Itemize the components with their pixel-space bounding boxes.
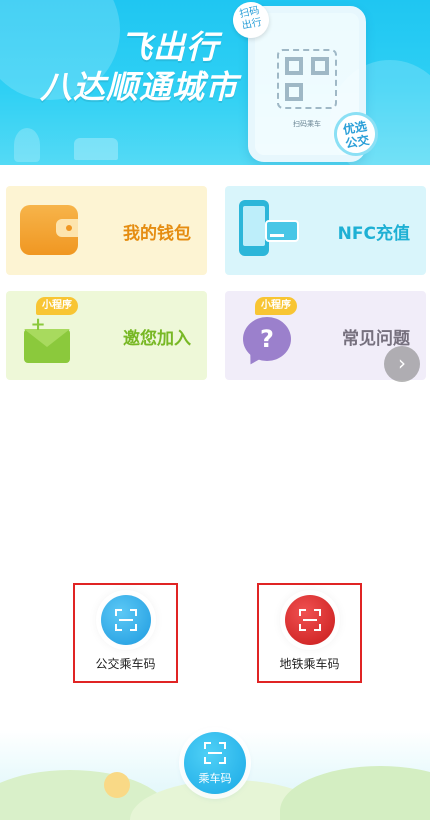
bus-ride-code-button[interactable]: 公交乘车码 bbox=[73, 583, 178, 683]
qr-scan-icon bbox=[204, 742, 226, 764]
metro-ride-code-label: 地铁乘车码 bbox=[279, 657, 340, 671]
invite-join-label: 邀您加入 bbox=[123, 329, 191, 349]
metro-scan-icon bbox=[285, 595, 335, 645]
mini-program-tag: 小程序 bbox=[36, 297, 78, 315]
sun-decoration bbox=[104, 772, 130, 798]
invite-join-card[interactable]: + 小程序 邀您加入 bbox=[6, 291, 207, 380]
metro-ride-code-button[interactable]: 地铁乘车码 bbox=[257, 583, 362, 683]
question-icon: ? bbox=[243, 317, 291, 361]
banner-slogan-line2: 八达顺通城市 bbox=[40, 68, 239, 106]
nfc-recharge-label: NFC充值 bbox=[337, 224, 410, 244]
chevron-right-icon[interactable]: › bbox=[384, 346, 420, 382]
bus-ride-code-label: 公交乘车码 bbox=[95, 657, 156, 671]
ride-code-fab-label: 乘车码 bbox=[198, 772, 232, 785]
wallet-icon bbox=[20, 205, 78, 255]
bus-scan-icon bbox=[101, 595, 151, 645]
tree-decoration bbox=[14, 128, 40, 162]
bus-decoration bbox=[74, 138, 118, 160]
promo-banner[interactable]: 飞出行 八达顺通城市 扫码乘车 扫码 出行 优选 公交 bbox=[0, 0, 430, 165]
nfc-card-icon bbox=[239, 200, 299, 260]
my-wallet-card[interactable]: 我的钱包 bbox=[6, 186, 207, 275]
ride-code-fab[interactable]: 乘车码 bbox=[184, 732, 246, 794]
qr-code-icon bbox=[277, 49, 337, 109]
mini-program-tag: 小程序 bbox=[255, 297, 297, 315]
envelope-icon: + bbox=[20, 309, 80, 369]
nfc-recharge-card[interactable]: NFC充值 bbox=[225, 186, 426, 275]
my-wallet-label: 我的钱包 bbox=[123, 224, 191, 244]
